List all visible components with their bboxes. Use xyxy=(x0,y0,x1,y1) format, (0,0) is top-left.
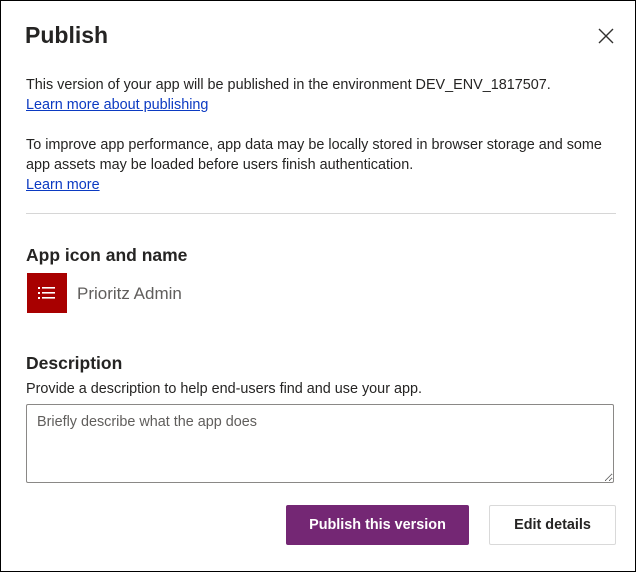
list-icon xyxy=(38,287,55,299)
section-divider xyxy=(26,213,616,214)
app-icon-button[interactable] xyxy=(27,273,67,313)
description-input[interactable] xyxy=(26,404,614,483)
app-name: Prioritz Admin xyxy=(77,284,182,303)
publish-version-button[interactable]: Publish this version xyxy=(286,505,469,545)
performance-info: To improve app performance, app data may… xyxy=(26,135,616,195)
environment-info: This version of your app will be publish… xyxy=(26,75,616,115)
performance-text: To improve app performance, app data may… xyxy=(26,137,602,173)
environment-text: This version of your app will be publish… xyxy=(26,77,551,93)
learn-more-link[interactable]: Learn more xyxy=(26,177,100,193)
dialog-title: Publish xyxy=(25,22,109,48)
close-icon xyxy=(598,28,614,44)
publish-dialog: Publish This version of your app will be… xyxy=(0,0,636,572)
app-icon-name-heading: App icon and name xyxy=(26,245,188,265)
close-button[interactable] xyxy=(591,21,621,51)
learn-more-publishing-link[interactable]: Learn more about publishing xyxy=(26,97,208,113)
description-help-text: Provide a description to help end-users … xyxy=(26,381,422,397)
description-heading: Description xyxy=(26,353,123,373)
edit-details-button[interactable]: Edit details xyxy=(489,505,616,545)
